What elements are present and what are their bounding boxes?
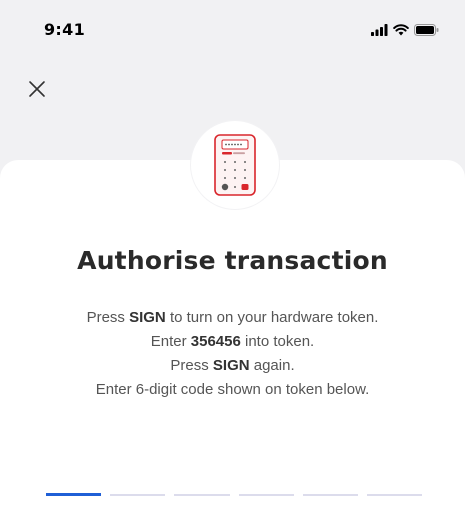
wifi-icon bbox=[393, 24, 409, 36]
instructions: Press SIGN to turn on your hardware toke… bbox=[0, 306, 465, 402]
status-bar: 9:41 bbox=[0, 0, 465, 60]
token-badge bbox=[191, 121, 279, 209]
code-digit-slot[interactable] bbox=[302, 494, 358, 496]
battery-icon bbox=[414, 24, 439, 36]
signal-icon bbox=[371, 24, 388, 36]
instruction-line-1: Press SIGN to turn on your hardware toke… bbox=[86, 309, 379, 326]
hardware-token-icon bbox=[214, 134, 256, 196]
close-button[interactable] bbox=[22, 74, 52, 104]
instruction-line-4: Enter 6-digit code shown on token below. bbox=[95, 381, 370, 398]
status-icons bbox=[371, 23, 439, 37]
code-digit-slot[interactable] bbox=[174, 494, 230, 496]
code-input[interactable] bbox=[46, 493, 423, 497]
instruction-line-3: Press SIGN again. bbox=[170, 357, 295, 374]
code-digit-slot[interactable] bbox=[46, 493, 102, 496]
page-title: Authorise transaction bbox=[77, 246, 388, 275]
code-digit-slot[interactable] bbox=[366, 494, 423, 496]
screen: 9:41 Authorise transaction Press SIGN to… bbox=[0, 0, 465, 505]
instruction-line-2: Enter 356456 into token. bbox=[150, 333, 315, 350]
status-time: 9:41 bbox=[44, 20, 85, 39]
challenge-code: 356456 bbox=[190, 333, 241, 350]
code-digit-slot[interactable] bbox=[238, 494, 294, 496]
code-digit-slot[interactable] bbox=[110, 494, 166, 496]
close-icon bbox=[29, 81, 45, 97]
